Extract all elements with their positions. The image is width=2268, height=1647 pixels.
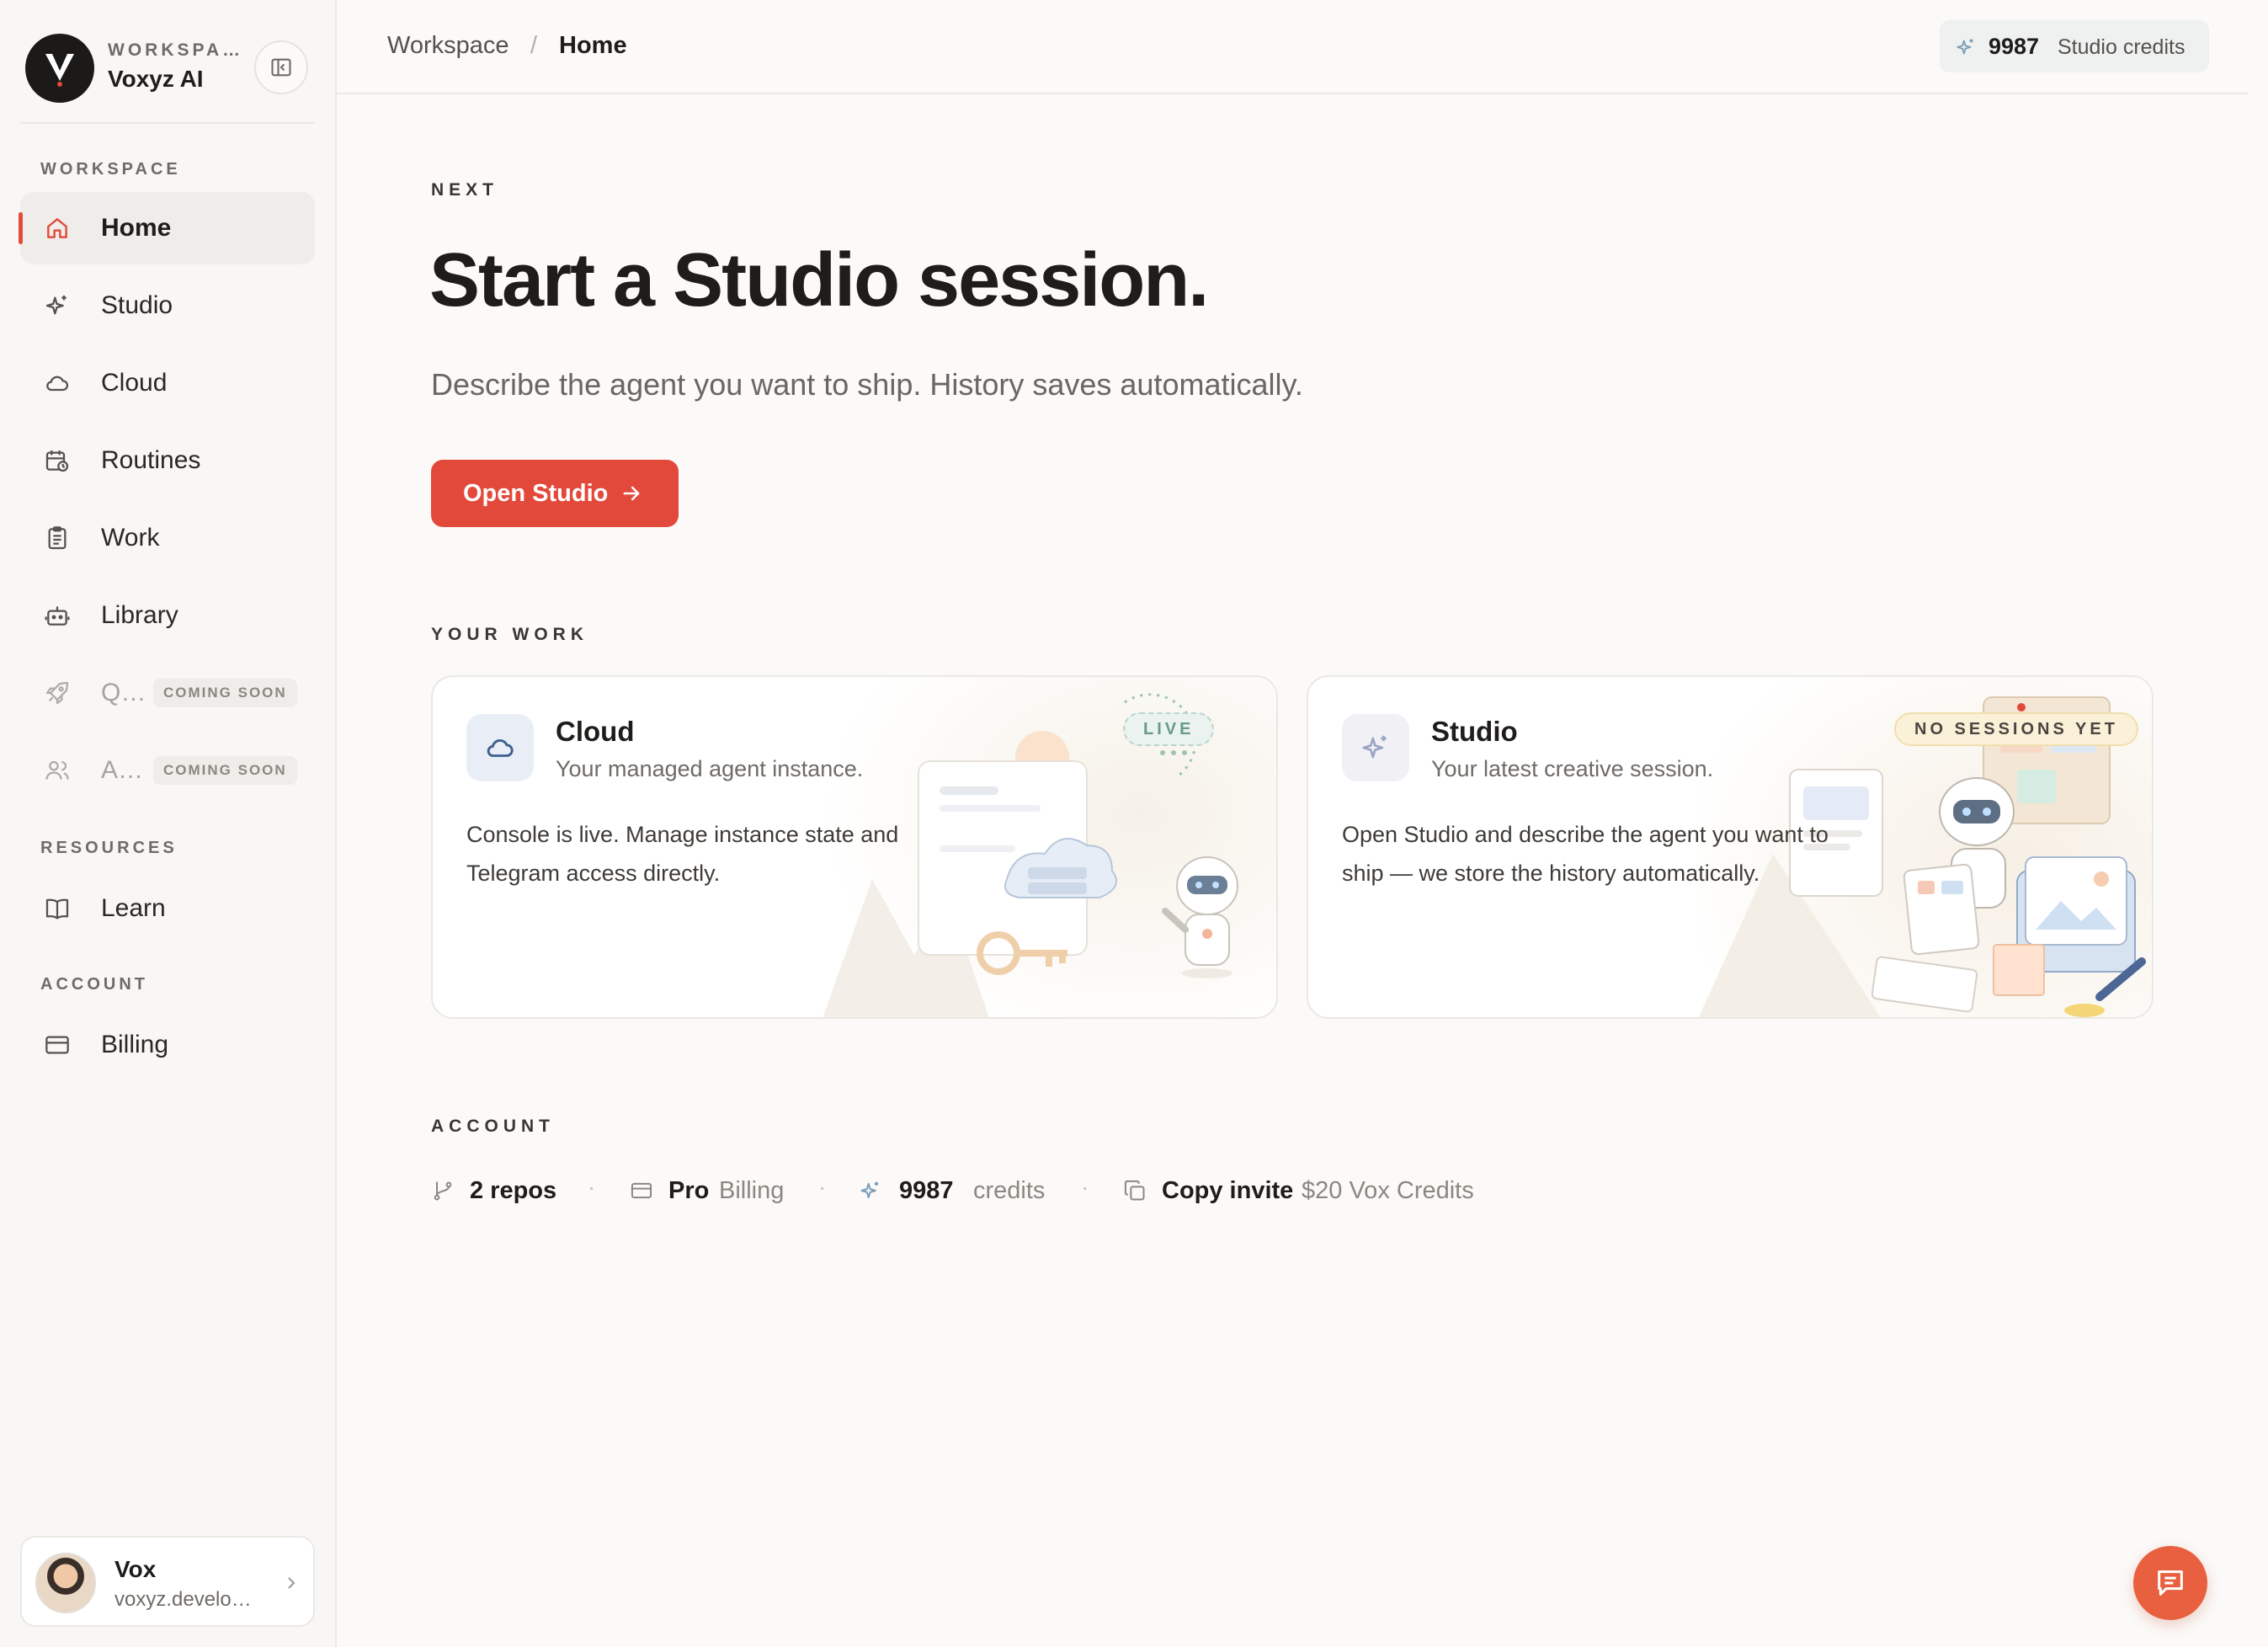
sidebar-item-label: Studio [101, 291, 173, 319]
workspace-logo [25, 34, 94, 103]
sidebar-item-routines[interactable]: Routines [20, 424, 315, 497]
home-icon [47, 218, 67, 238]
account-label: ACCOUNT [431, 1117, 555, 1136]
your-work-label: YOUR WORK [431, 625, 588, 644]
user-email: voxyz.develo… [114, 1588, 252, 1611]
status-badge-live: LIVE [1123, 712, 1215, 746]
clipboard-icon [48, 526, 67, 550]
studio-card-body: Open Studio and describe the agent you w… [1342, 822, 1829, 886]
sidebar-item-learn[interactable]: Learn [20, 872, 315, 945]
copy-icon [1124, 1180, 1145, 1201]
sidebar-item-label: Routines [101, 446, 201, 474]
hero-subtitle: Describe the agent you want to ship. His… [431, 367, 1303, 402]
book-icon [45, 898, 69, 919]
page-title: Start a Studio session. [429, 238, 1209, 322]
sidebar-collapse-button[interactable] [254, 40, 308, 94]
sparkle-icon [1957, 39, 1973, 55]
sidebar-toggle-icon [271, 58, 291, 77]
chat-fab-button[interactable] [2133, 1546, 2207, 1620]
credits-count: 9987 [899, 1177, 954, 1204]
cloud-card-body: Console is live. Manage instance state a… [466, 822, 899, 886]
cloud-card-icon [466, 714, 534, 781]
user-menu[interactable]: Vox voxyz.develo… [20, 1536, 315, 1627]
studio-card-title: Studio [1431, 716, 1518, 747]
stat-separator: · [1081, 1174, 1089, 1200]
coming-soon-badge: COMING SOON [153, 679, 297, 707]
sidebar-item-studio[interactable]: Studio [20, 269, 315, 342]
sidebar-item-work[interactable]: Work [20, 502, 315, 574]
cloud-card-subtitle: Your managed agent instance. [556, 756, 864, 781]
chevron-right-icon [288, 1577, 295, 1589]
cloud-card-title: Cloud [556, 716, 635, 747]
sidebar-item-q-coming-soon: Q… COMING SOON [20, 657, 315, 729]
workspace-name: Voxyz AI [108, 66, 204, 92]
avatar [35, 1553, 96, 1613]
sidebar-item-library[interactable]: Library [20, 579, 315, 652]
credit-card-icon [45, 1036, 69, 1054]
users-icon [45, 760, 69, 780]
plan-meta: Billing [719, 1177, 785, 1204]
message-icon [2158, 1570, 2183, 1596]
copy-invite-label: Copy invite [1162, 1177, 1294, 1204]
topbar: Workspace / Home 9987 Studio credits [337, 0, 2248, 94]
open-studio-button[interactable]: Open Studio [431, 460, 679, 527]
sidebar-item-label: Q… [101, 679, 146, 706]
breadcrumb-workspace[interactable]: Workspace [387, 32, 509, 60]
sidebar-item-cloud[interactable]: Cloud [20, 347, 315, 419]
studio-card-subtitle: Your latest creative session. [1431, 756, 1714, 781]
hero-kicker: NEXT [431, 180, 499, 200]
credits-label: Studio credits [2058, 35, 2185, 59]
sidebar-item-label: Learn [101, 894, 166, 922]
plan-name: Pro [668, 1177, 710, 1204]
sidebar-divider [20, 122, 315, 124]
user-name: Vox [114, 1556, 157, 1582]
sparkle-icon [860, 1181, 879, 1199]
rocket-icon [45, 681, 69, 705]
git-branch-icon [434, 1181, 452, 1201]
sidebar-item-billing[interactable]: Billing [20, 1009, 315, 1081]
section-label-resources: RESOURCES [40, 839, 178, 857]
workspace-kicker: WORKSPA… [108, 40, 242, 60]
sidebar-item-label: Work [101, 524, 160, 552]
open-studio-label: Open Studio [463, 480, 609, 507]
sidebar-item-label: Cloud [101, 369, 168, 397]
cloud-icon [46, 376, 69, 392]
cloud-card[interactable]: Cloud Your managed agent instance. Conso… [431, 675, 1278, 1019]
credits-meta: credits [973, 1177, 1046, 1204]
studio-card[interactable]: Studio Your latest creative session. Ope… [1307, 675, 2154, 1019]
stat-separator: · [818, 1174, 827, 1200]
arrow-right-icon [623, 486, 640, 501]
sidebar-item-home[interactable]: Home [19, 192, 315, 264]
sidebar-item-label: Library [101, 601, 178, 629]
sidebar-item-label: A… [101, 756, 144, 784]
repos-count: 2 repos [470, 1177, 557, 1204]
section-label-account: ACCOUNT [40, 975, 148, 994]
sidebar-item-label: Home [101, 214, 172, 242]
studio-credits-pill[interactable]: 9987 Studio credits [1940, 20, 2209, 72]
breadcrumb-current: Home [559, 32, 627, 59]
credits-value: 9987 [1988, 34, 2040, 59]
bot-icon [45, 606, 70, 626]
stat-separator: · [588, 1174, 596, 1200]
studio-card-icon [1342, 714, 1409, 781]
calendar-clock-icon [45, 450, 69, 472]
sparkle-icon [45, 296, 67, 315]
cloud-icon [487, 738, 514, 757]
sidebar: WORKSPA… Voxyz AI WORKSPACE Home Studio … [0, 0, 337, 1647]
credit-card-icon [631, 1182, 652, 1199]
section-label-workspace: WORKSPACE [40, 160, 181, 179]
sidebar-item-label: Billing [101, 1031, 169, 1058]
workspace-switcher[interactable]: WORKSPA… Voxyz AI [25, 30, 311, 106]
invite-meta: $20 Vox Credits [1302, 1177, 1474, 1204]
status-badge-no-sessions: NO SESSIONS YET [1894, 712, 2138, 746]
breadcrumb-separator: / [530, 32, 538, 59]
coming-soon-badge: COMING SOON [153, 756, 297, 785]
sidebar-item-a-coming-soon: A… COMING SOON [20, 734, 315, 807]
sparkle-icon [1362, 735, 1387, 759]
